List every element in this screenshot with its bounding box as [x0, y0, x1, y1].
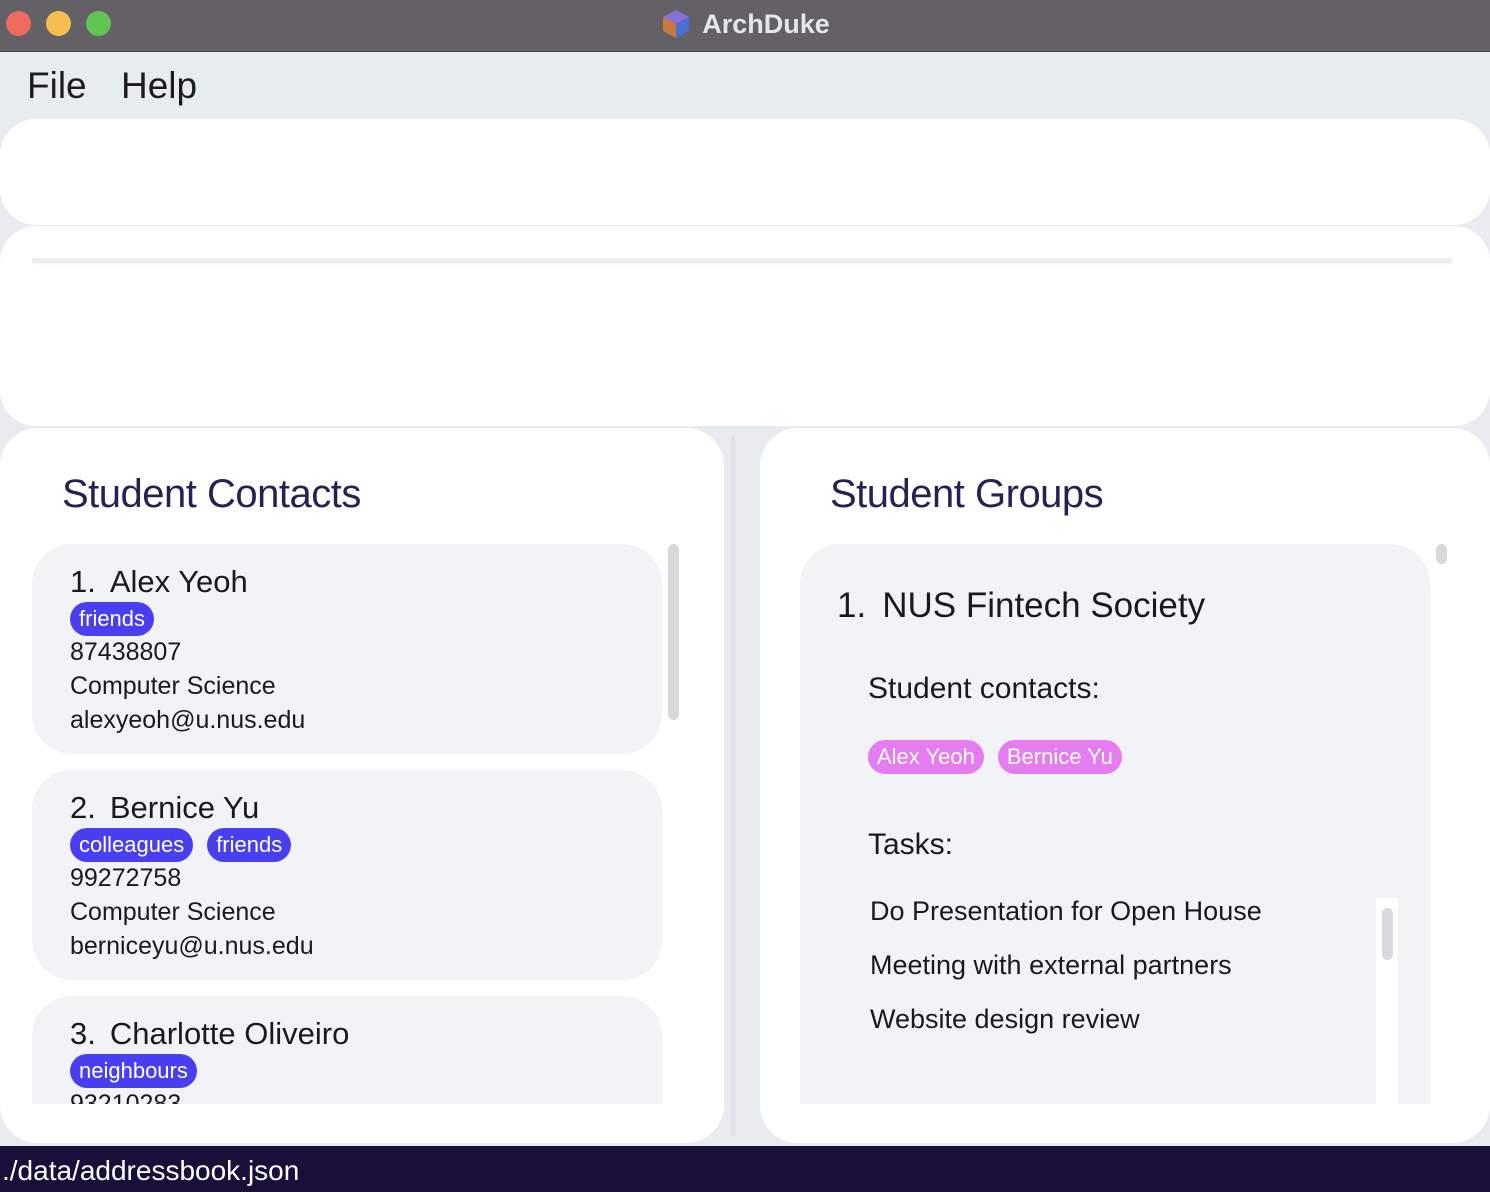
group-contacts-heading: Student contacts:: [868, 672, 1100, 705]
contact-name-text: Bernice Yu: [109, 790, 260, 825]
contacts-list[interactable]: 1. Alex Yeoh friends 87438807 Computer Sc…: [32, 544, 662, 1104]
contact-phone: 93210283: [70, 1090, 182, 1104]
contact-tags: friends: [70, 602, 155, 636]
contact-tags: colleagues friends: [70, 828, 292, 862]
task-item[interactable]: Website design review: [870, 1004, 1140, 1035]
contacts-scrollbar[interactable]: [668, 544, 679, 720]
contact-card[interactable]: 3. Charlotte Oliveiro neighbours 93210283: [32, 996, 662, 1104]
panel-divider[interactable]: [731, 436, 735, 1136]
contacts-panel: Student Contacts 1. Alex Yeoh friends 874…: [0, 428, 724, 1143]
app-logo-icon: [660, 8, 692, 40]
task-item[interactable]: Meeting with external partners: [870, 950, 1232, 981]
group-name-text: NUS Fintech Society: [882, 586, 1206, 625]
groups-panel: Student Groups 1. NUS Fintech Society Stu…: [760, 428, 1490, 1143]
contacts-panel-title: Student Contacts: [62, 472, 361, 516]
contact-card[interactable]: 2. Bernice Yu colleagues friends 99272758…: [32, 770, 662, 980]
contact-tag: friends: [207, 828, 292, 862]
window-title-text: ArchDuke: [702, 8, 830, 39]
menu-file[interactable]: File: [27, 65, 87, 107]
task-item[interactable]: Do Presentation for Open House: [870, 896, 1262, 927]
contact-name: 1. Alex Yeoh: [70, 564, 248, 600]
contact-tag: neighbours: [70, 1054, 197, 1088]
contact-name: 3. Charlotte Oliveiro: [70, 1016, 349, 1052]
tasks-scrollbar[interactable]: [1382, 908, 1393, 960]
menu-bar: File Help: [0, 53, 1490, 118]
contact-index: 2.: [70, 790, 96, 825]
contact-name: 2. Bernice Yu: [70, 790, 259, 826]
group-member-tag: Bernice Yu: [997, 740, 1122, 774]
contact-major: Computer Science: [70, 898, 276, 926]
group-tasks-list[interactable]: Do Presentation for Open House Meeting w…: [868, 896, 1376, 1104]
contact-email: berniceyu@u.nus.edu: [70, 932, 314, 960]
save-file-path: ./data/addressbook.json: [2, 1155, 300, 1186]
group-index: 1.: [837, 586, 867, 625]
contact-phone: 87438807: [70, 638, 182, 666]
contact-tag: friends: [70, 602, 155, 636]
group-member-tag: Alex Yeoh: [868, 740, 984, 774]
contact-index: 1.: [70, 564, 96, 599]
groups-panel-title: Student Groups: [830, 472, 1104, 516]
contact-card[interactable]: 1. Alex Yeoh friends 87438807 Computer Sc…: [32, 544, 662, 754]
menu-help[interactable]: Help: [121, 65, 197, 107]
contact-name-text: Alex Yeoh: [109, 564, 248, 599]
group-name: 1. NUS Fintech Society: [837, 586, 1205, 626]
contact-phone: 99272758: [70, 864, 182, 892]
group-card[interactable]: 1. NUS Fintech Society Student contacts: …: [800, 544, 1430, 1104]
group-member-tags: Alex Yeoh Bernice Yu: [868, 740, 1122, 774]
group-tasks-heading: Tasks:: [868, 828, 954, 861]
groups-scrollbar[interactable]: [1436, 544, 1447, 564]
result-text-area[interactable]: [32, 258, 1452, 263]
command-input[interactable]: [0, 119, 1490, 225]
result-display: [0, 226, 1490, 426]
window-title: ArchDuke: [0, 0, 1490, 48]
status-bar: ./data/addressbook.json: [0, 1146, 1490, 1192]
contact-index: 3.: [70, 1016, 96, 1051]
contact-tags: neighbours: [70, 1054, 197, 1088]
contact-major: Computer Science: [70, 672, 276, 700]
contact-name-text: Charlotte Oliveiro: [109, 1016, 350, 1051]
title-bar: ArchDuke: [0, 0, 1490, 52]
contact-email: alexyeoh@u.nus.edu: [70, 706, 306, 734]
groups-list[interactable]: 1. NUS Fintech Society Student contacts: …: [800, 544, 1430, 1104]
contact-tag: colleagues: [70, 828, 194, 862]
